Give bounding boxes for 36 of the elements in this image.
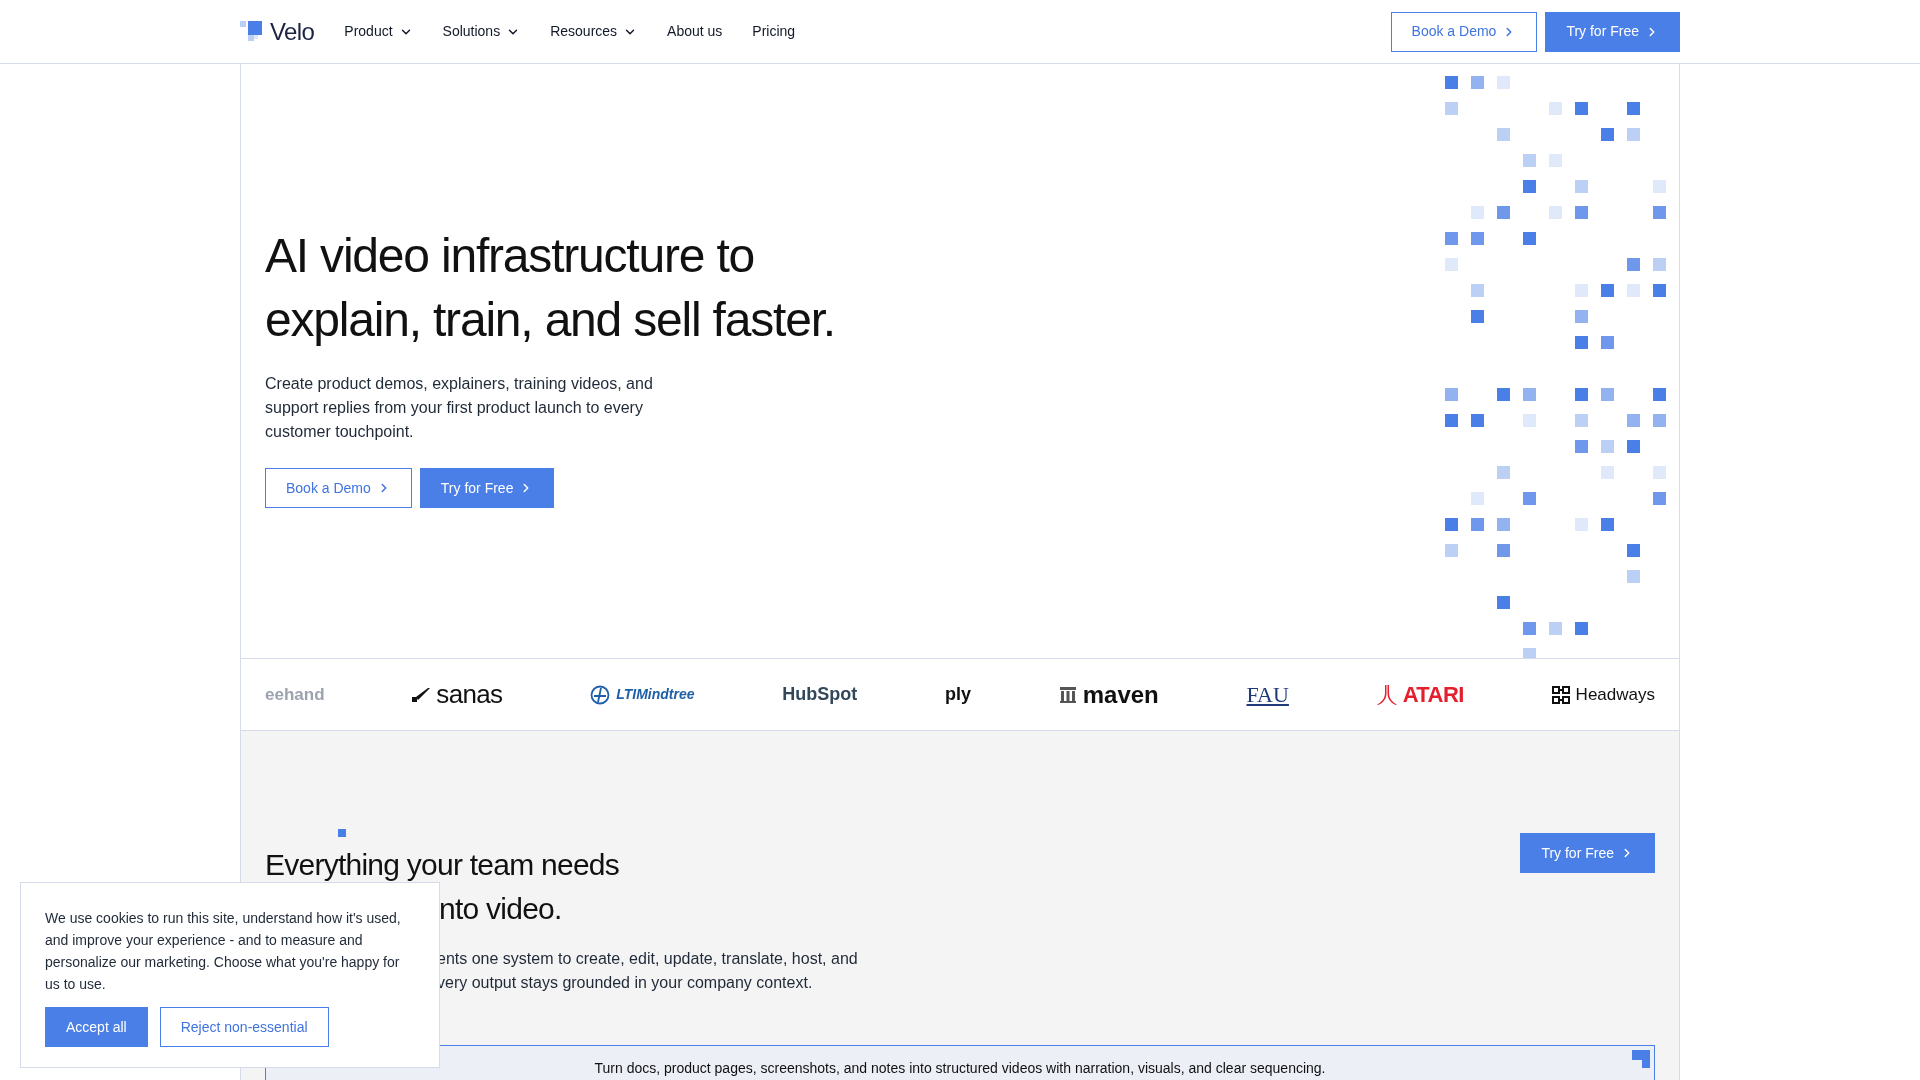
try-free-button[interactable]: Try for Free: [1520, 833, 1655, 873]
company-logo: Headways: [1575, 683, 1655, 706]
section-heading: nto video.: [439, 891, 562, 927]
corner-pixel-icon: [1632, 1050, 1650, 1068]
logo-icon: [240, 20, 264, 43]
nav-link[interactable]: Product: [344, 21, 413, 42]
accept-all-button[interactable]: Accept all: [45, 1007, 148, 1047]
columns-icon: [1058, 685, 1077, 704]
reject-button[interactable]: Reject non-essential: [159, 1007, 329, 1047]
company-logo: eehand: [265, 683, 325, 706]
company-logo: LTIMindtree: [616, 685, 695, 704]
cookie-text: We use cookies to run this site, understand how it's used, and improve your experience - and to measure and personalize our marketing. Choose what you're happy for us to use.: [45, 909, 402, 994]
book-demo-button[interactable]: Book a Demo: [1390, 11, 1538, 52]
company-logo: maven: [1082, 679, 1159, 710]
hero-description: Create product demos, explainers, training videos, and support replies from your first product launch to every customer touchpoint.: [265, 374, 654, 442]
brand-name: Velo: [270, 16, 315, 47]
nav-link[interactable]: Pricing: [752, 21, 796, 42]
grid-icon: [1551, 685, 1570, 704]
pixel-icon: [338, 829, 346, 837]
company-logo: HubSpot: [782, 683, 858, 706]
try-free-button[interactable]: Try for Free: [419, 468, 555, 508]
company-logo: sanas: [436, 678, 503, 711]
try-free-button[interactable]: Try for Free: [1545, 11, 1680, 52]
company-logo: FAU: [1246, 681, 1289, 709]
company-logo: ply: [944, 683, 971, 706]
hero-heading: AI video infrastructure to explain, train, and sell faster.: [265, 228, 836, 348]
nav-link[interactable]: About us: [667, 21, 723, 42]
globe-icon: [590, 684, 611, 705]
slash-mark-icon: [412, 687, 431, 702]
book-demo-button[interactable]: Book a Demo: [265, 468, 412, 508]
nav-link[interactable]: Solutions: [442, 21, 521, 42]
fuji-icon: [1376, 684, 1397, 705]
section-heading: Everything your team needs: [265, 847, 620, 883]
feature-text: Turn docs, product pages, screenshots, and notes into structured videos with narration, visuals, and clear sequencing.: [594, 1059, 1326, 1078]
nav-link[interactable]: Resources: [550, 21, 638, 42]
company-logo: ATARI: [1402, 681, 1464, 709]
